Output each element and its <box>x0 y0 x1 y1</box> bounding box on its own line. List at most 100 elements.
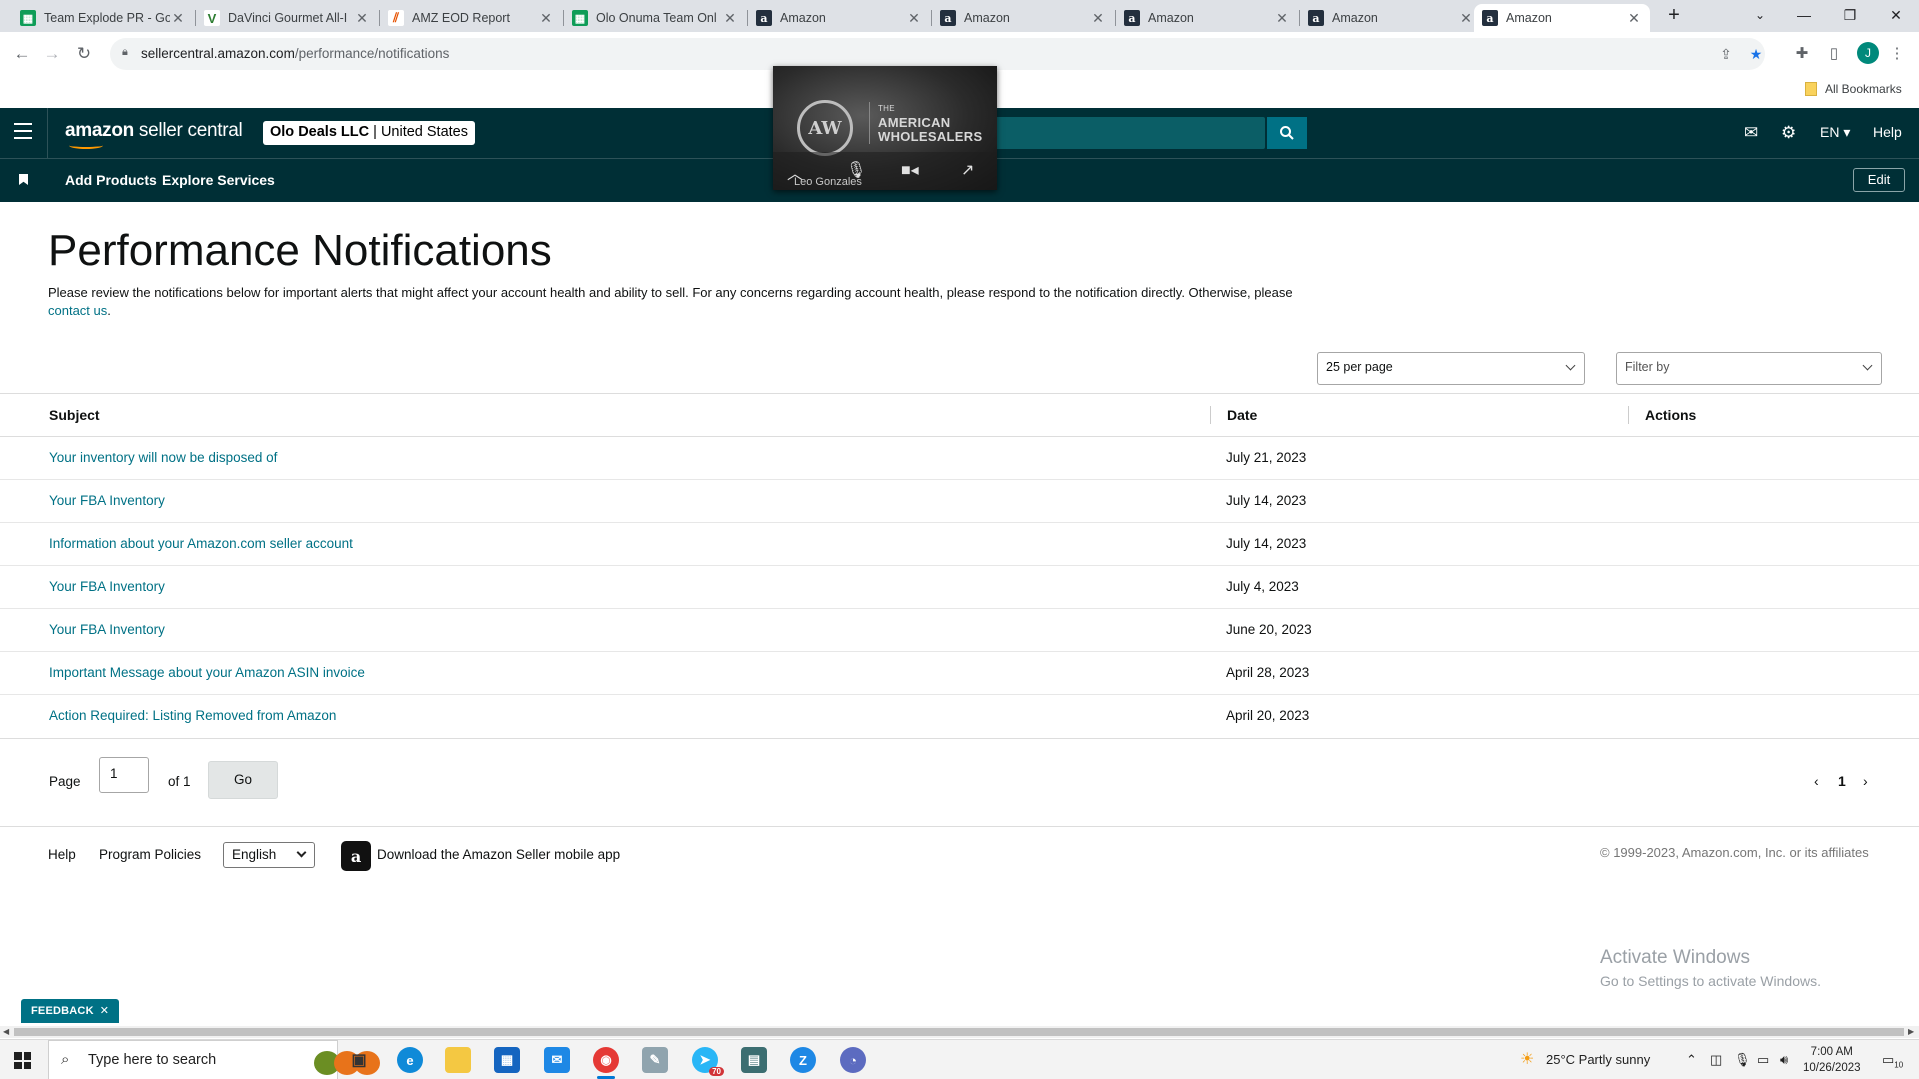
camera-icon[interactable]: ■◂ <box>901 160 919 180</box>
download-app-link[interactable]: Download the Amazon Seller mobile app <box>377 847 620 862</box>
volume-icon[interactable]: 🔊︎ <box>1780 1052 1788 1068</box>
browser-tab[interactable]: a Amazon ✕ <box>1116 4 1298 32</box>
footer-language-select[interactable]: English <box>223 842 315 868</box>
notification-subject-link[interactable]: Information about your Amazon.com seller… <box>49 536 353 551</box>
intro-end: . <box>107 303 111 318</box>
calculator-icon[interactable]: ▤ <box>741 1047 767 1073</box>
close-icon[interactable]: ✕ <box>100 1005 109 1017</box>
scroll-left-icon[interactable]: ◀ <box>3 1027 9 1036</box>
notepad-icon[interactable]: ✎ <box>642 1047 668 1073</box>
contact-us-link[interactable]: contact us <box>48 303 107 318</box>
profile-avatar[interactable]: J <box>1857 42 1879 64</box>
side-panel-icon[interactable]: ▯ <box>1822 41 1846 65</box>
footer-help-link[interactable]: Help <box>48 847 76 862</box>
task-view-icon[interactable]: ▣ <box>346 1047 372 1073</box>
close-icon[interactable]: ✕ <box>1626 10 1642 27</box>
browser-tab[interactable]: a Amazon ✕ <box>1300 4 1482 32</box>
nav-explore-services[interactable]: Explore Services <box>162 172 275 188</box>
edge-icon[interactable]: e <box>397 1047 423 1073</box>
video-call-overlay[interactable]: AW THE AMERICAN WHOLESALERS ︿ 🎙︎ ■◂ ↗ Le… <box>773 66 997 190</box>
search-button[interactable] <box>1267 117 1307 149</box>
browser-tab[interactable]: ⫽ AMZ EOD Report ✕ <box>380 4 562 32</box>
mail-icon[interactable]: ✉ <box>1744 123 1758 143</box>
close-icon[interactable]: ✕ <box>170 10 186 27</box>
close-icon[interactable]: ✕ <box>538 10 554 27</box>
back-icon[interactable]: ← <box>8 40 36 68</box>
notification-center-icon[interactable]: ▭10 <box>1882 1052 1903 1070</box>
forward-icon[interactable]: → <box>38 40 66 68</box>
meet-now-icon[interactable]: ◫ <box>1710 1052 1722 1068</box>
notification-subject-link[interactable]: Your FBA Inventory <box>49 579 165 594</box>
close-icon[interactable]: ✕ <box>1458 10 1474 27</box>
chevron-right-icon[interactable]: › <box>1863 773 1868 789</box>
browser-tab[interactable]: a Amazon ✕ <box>748 4 930 32</box>
scrollbar-thumb[interactable] <box>14 1028 1904 1036</box>
search-input[interactable] <box>990 117 1265 149</box>
filter-placeholder: Filter by <box>1625 360 1670 374</box>
notification-subject-link[interactable]: Action Required: Listing Removed from Am… <box>49 708 336 723</box>
amazon-seller-app-icon[interactable]: a <box>341 841 371 871</box>
filter-select[interactable]: Filter by <box>1616 352 1882 385</box>
footer-policies-link[interactable]: Program Policies <box>99 847 201 862</box>
account-switcher[interactable]: Olo Deals LLC | United States <box>263 121 475 145</box>
seller-central-logo[interactable]: amazon seller central <box>65 120 243 149</box>
new-tab-icon[interactable]: + <box>1651 0 1697 30</box>
help-link[interactable]: Help <box>1873 124 1902 140</box>
horizontal-scrollbar[interactable]: ◀ ▶ <box>0 1026 1919 1038</box>
edit-button[interactable]: Edit <box>1853 168 1905 192</box>
chevron-up-icon[interactable]: ⌃ <box>1686 1052 1697 1068</box>
menu-icon[interactable]: ⋮ <box>1885 41 1909 65</box>
close-icon[interactable]: ✕ <box>354 10 370 27</box>
browser-tab-active[interactable]: a Amazon ✕ <box>1474 4 1650 32</box>
scroll-right-icon[interactable]: ▶ <box>1908 1027 1914 1036</box>
close-icon[interactable]: ✕ <box>722 10 738 27</box>
restore-icon[interactable]: ❐ <box>1827 0 1873 30</box>
tab-search-icon[interactable]: ⌄ <box>1737 0 1783 30</box>
language-selector[interactable]: EN ▾ <box>1820 124 1850 141</box>
reload-icon[interactable]: ↻ <box>70 40 98 68</box>
nav-add-products[interactable]: Add Products <box>65 172 157 188</box>
file-explorer-icon[interactable] <box>445 1047 471 1073</box>
bookmarks-bar-all[interactable]: All Bookmarks <box>1805 82 1902 96</box>
page-number-input[interactable]: 1 <box>99 757 149 793</box>
extensions-icon[interactable]: ✚ <box>1790 41 1814 65</box>
close-window-icon[interactable]: ✕ <box>1873 0 1919 30</box>
chrome-icon[interactable]: ◉ <box>593 1047 619 1079</box>
current-page[interactable]: 1 <box>1838 773 1846 789</box>
browser-tab[interactable]: a Amazon ✕ <box>932 4 1114 32</box>
store-icon[interactable]: ▦ <box>494 1047 520 1073</box>
browser-tab[interactable]: ▦ Team Explode PR - Go ✕ <box>12 4 194 32</box>
gear-icon[interactable]: ⚙ <box>1781 123 1796 143</box>
messaging-app-icon[interactable]: ➤ 70 <box>692 1047 724 1076</box>
bookmark-star-icon[interactable]: ★ <box>1746 44 1766 64</box>
pop-out-icon[interactable]: ↗ <box>961 160 974 180</box>
taskbar-clock[interactable]: 7:00 AM 10/26/2023 <box>1803 1044 1861 1076</box>
notification-subject-link[interactable]: Your inventory will now be disposed of <box>49 450 277 465</box>
microphone-icon[interactable]: 🎙︎ <box>1734 1052 1751 1068</box>
browser-tab[interactable]: V DaVinci Gourmet All-I ✕ <box>196 4 378 32</box>
bookmark-icon[interactable] <box>19 174 28 185</box>
minimize-icon[interactable]: — <box>1781 0 1827 30</box>
chevron-left-icon[interactable]: ‹ <box>1814 773 1819 789</box>
network-icon[interactable]: ▭ <box>1757 1052 1769 1068</box>
notification-subject-link[interactable]: Your FBA Inventory <box>49 622 165 637</box>
go-button[interactable]: Go <box>208 761 278 799</box>
discord-icon[interactable]: ◔ <box>840 1047 866 1073</box>
feedback-button[interactable]: FEEDBACK ✕ <box>21 999 120 1023</box>
browser-tab[interactable]: ▦ Olo Onuma Team Onl ✕ <box>564 4 746 32</box>
taskbar-search-input[interactable]: ⌕ Type here to search <box>48 1040 380 1079</box>
notification-subject-link[interactable]: Important Message about your Amazon ASIN… <box>49 665 365 680</box>
close-icon[interactable]: ✕ <box>906 10 922 27</box>
zoom-icon[interactable]: Z <box>790 1047 816 1073</box>
hamburger-menu-icon[interactable] <box>14 123 32 143</box>
share-icon[interactable]: ⇪ <box>1716 44 1736 64</box>
header-date[interactable]: Date <box>1227 407 1257 423</box>
close-icon[interactable]: ✕ <box>1274 10 1290 27</box>
notification-subject-link[interactable]: Your FBA Inventory <box>49 493 165 508</box>
per-page-select[interactable]: 25 per page <box>1317 352 1585 385</box>
close-icon[interactable]: ✕ <box>1090 10 1106 27</box>
mail-app-icon[interactable]: ✉ <box>544 1047 570 1073</box>
weather-text[interactable]: 25°C Partly sunny <box>1546 1052 1650 1067</box>
header-subject[interactable]: Subject <box>49 407 100 423</box>
windows-start-icon[interactable] <box>14 1052 31 1069</box>
